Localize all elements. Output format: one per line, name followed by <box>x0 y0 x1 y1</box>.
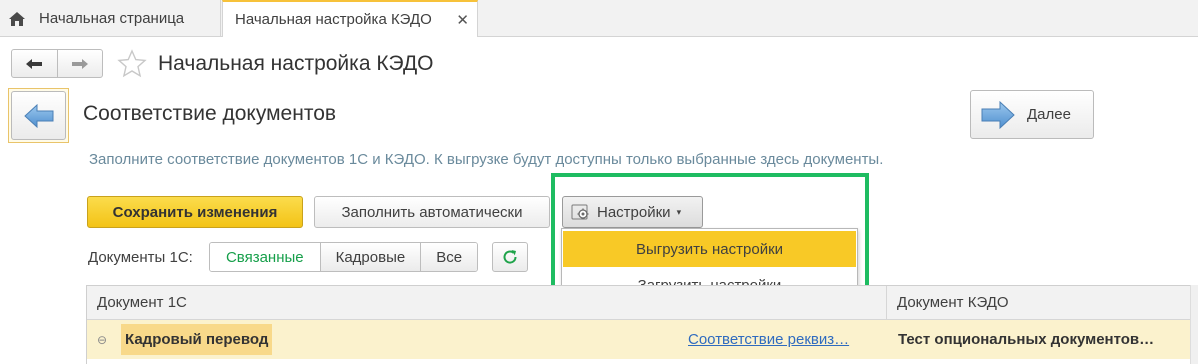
favorite-star-icon[interactable] <box>117 49 147 79</box>
tab-home[interactable]: Начальная страница <box>0 0 221 37</box>
step-back-button[interactable] <box>8 88 69 143</box>
filter-hr[interactable]: Кадровые <box>319 243 421 271</box>
column-header-1c-document[interactable]: Документ 1С <box>87 286 677 319</box>
documents-filter-label: Документы 1С: <box>88 249 193 266</box>
table-header: Документ 1С Документ КЭДО <box>87 286 1198 320</box>
save-changes-button[interactable]: Сохранить изменения <box>87 196 303 228</box>
tab-active-label: Начальная настройка КЭДО <box>235 11 432 28</box>
auto-fill-button[interactable]: Заполнить автоматически <box>314 196 550 228</box>
table-scrollbar[interactable] <box>1190 285 1198 364</box>
column-header-kedo-document[interactable]: Документ КЭДО <box>886 286 1198 319</box>
step-title: Соответствие документов <box>83 102 337 125</box>
tab-initial-setup[interactable]: Начальная настройка КЭДО ✕ <box>222 0 478 37</box>
step-back-arrow-icon <box>23 103 53 128</box>
filter-linked[interactable]: Связанные <box>210 243 320 271</box>
refresh-button[interactable] <box>492 242 528 272</box>
page-title: Начальная настройка КЭДО <box>158 52 434 75</box>
home-icon <box>9 11 25 26</box>
next-button[interactable]: Далее <box>970 90 1094 139</box>
tab-home-label: Начальная страница <box>39 10 185 27</box>
step-hint: Заполните соответствие документов 1С и К… <box>89 151 884 168</box>
collapse-icon[interactable]: ⊖ <box>97 320 107 359</box>
kedo-document-cell: Тест опциональных документов… <box>898 331 1155 348</box>
table-row[interactable]: ⊖ Кадровый перевод Соответствие реквиз… … <box>87 320 1198 359</box>
row-group-name: Кадровый перевод <box>121 324 273 355</box>
step-next-arrow-icon <box>981 100 1015 129</box>
history-nav <box>11 49 103 78</box>
close-icon[interactable]: ✕ <box>456 11 469 29</box>
next-button-label: Далее <box>1027 106 1071 123</box>
filter-all[interactable]: Все <box>420 243 477 271</box>
forward-button[interactable] <box>56 50 102 77</box>
documents-table: Документ 1С Документ КЭДО ⊖ Кадровый пер… <box>86 285 1198 364</box>
forward-arrow-icon <box>71 58 88 69</box>
refresh-icon <box>503 250 517 264</box>
step-back-button-face <box>11 91 66 140</box>
back-button[interactable] <box>12 50 57 77</box>
documents-filter: Связанные Кадровые Все <box>209 242 478 272</box>
requisites-mapping-link[interactable]: Соответствие реквиз… <box>688 320 849 359</box>
back-arrow-icon <box>26 58 43 69</box>
